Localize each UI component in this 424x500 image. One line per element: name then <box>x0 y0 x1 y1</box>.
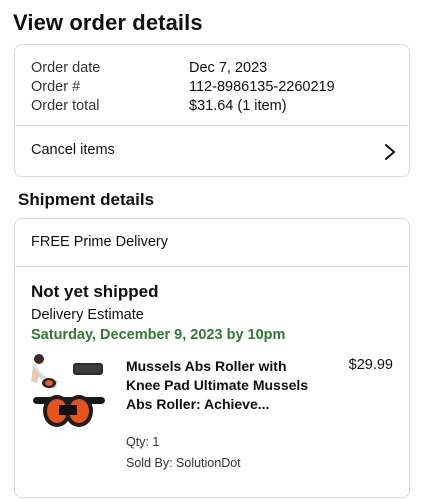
product-title[interactable]: Mussels Abs Roller with Knee Pad Ultimat… <box>126 357 316 414</box>
chevron-right-icon <box>385 144 395 160</box>
order-date-label: Order date <box>31 60 101 76</box>
delivery-estimate-label: Delivery Estimate <box>31 307 144 323</box>
order-number-label: Order # <box>31 79 81 95</box>
page-title: View order details <box>13 10 203 35</box>
delivery-estimate-date: Saturday, December 9, 2023 by 10pm <box>31 327 286 343</box>
order-total-value: $31.64 (1 item) <box>189 98 287 114</box>
shipment-section-title: Shipment details <box>18 190 155 209</box>
divider <box>15 266 409 267</box>
order-number-value: 112-8986135-2260219 <box>189 79 335 95</box>
delivery-type: FREE Prime Delivery <box>31 234 168 250</box>
cancel-items-label: Cancel items <box>31 142 115 158</box>
order-total-label: Order total <box>31 98 100 114</box>
product-price: $29.99 <box>348 357 393 373</box>
order-summary-card: Order date Dec 7, 2023 Order # 112-89861… <box>14 44 410 177</box>
order-date-value: Dec 7, 2023 <box>189 60 268 76</box>
product-quantity: Qty: 1 <box>126 435 160 449</box>
product-seller: Sold By: SolutionDot <box>126 456 241 470</box>
product-image[interactable] <box>29 353 109 433</box>
cancel-items-row[interactable]: Cancel items <box>15 126 409 177</box>
shipment-card: FREE Prime Delivery Not yet shipped Deli… <box>14 218 410 498</box>
shipment-status: Not yet shipped <box>31 282 159 301</box>
